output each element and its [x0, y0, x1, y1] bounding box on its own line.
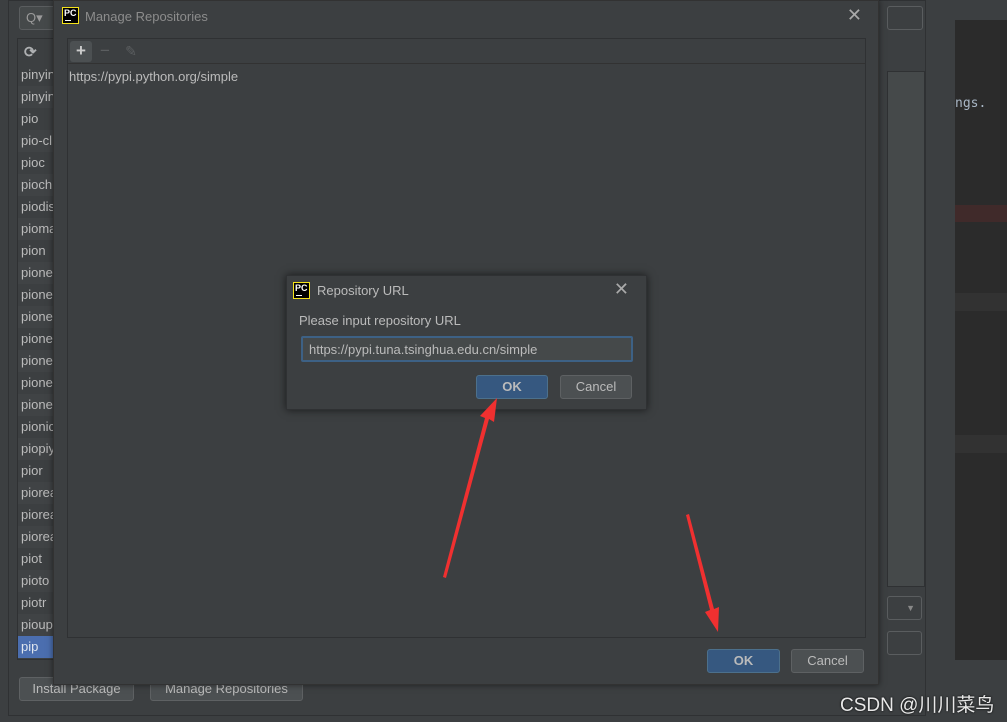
package-item[interactable]: pinyin [18, 86, 56, 108]
package-item[interactable]: pionic [18, 416, 56, 438]
package-item[interactable]: pion [18, 240, 56, 262]
package-item[interactable]: pione [18, 350, 56, 372]
package-item[interactable]: pione [18, 284, 56, 306]
refresh-icon[interactable]: ⟳ [24, 43, 37, 61]
package-item[interactable]: piorea [18, 482, 56, 504]
dialog-title: Repository URL [317, 283, 409, 298]
edit-icon[interactable]: ✎ [120, 41, 142, 62]
package-item[interactable]: pioma [18, 218, 56, 240]
package-item[interactable]: pioc [18, 152, 56, 174]
search-icon: Q▾ [26, 10, 43, 25]
package-item[interactable]: pioup [18, 614, 56, 636]
cancel-button[interactable]: Cancel [791, 649, 864, 673]
cancel-button[interactable]: Cancel [560, 375, 632, 399]
editor-line [955, 435, 1007, 453]
description-panel [887, 71, 925, 587]
package-item[interactable]: pione [18, 306, 56, 328]
package-item[interactable]: pip [18, 636, 56, 658]
prompt-label: Please input repository URL [299, 313, 461, 328]
package-item[interactable]: pione [18, 394, 56, 416]
right-field[interactable] [887, 6, 923, 30]
error-highlight-line [955, 205, 1007, 222]
repository-toolbar: + − ✎ [68, 39, 865, 64]
repository-url-dialog: PC Repository URL ✕ Please input reposit… [286, 275, 647, 410]
options-field[interactable] [887, 631, 922, 655]
watermark: CSDN @川川菜鸟 [840, 695, 995, 716]
package-item[interactable]: piorea [18, 504, 56, 526]
dialog-title: Manage Repositories [85, 9, 208, 24]
package-item[interactable]: pinyin [18, 64, 56, 86]
editor-text: ngs. [955, 96, 987, 111]
pycharm-logo: PC [293, 282, 310, 299]
close-icon[interactable]: ✕ [614, 279, 629, 300]
package-item[interactable]: piopiy [18, 438, 56, 460]
package-item[interactable]: piorea [18, 526, 56, 548]
close-icon[interactable]: ✕ [847, 5, 862, 26]
ok-button[interactable]: OK [707, 649, 780, 673]
package-item[interactable]: pioto [18, 570, 56, 592]
package-item[interactable]: pione [18, 328, 56, 350]
package-item[interactable]: pior [18, 460, 56, 482]
package-item[interactable]: piot [18, 548, 56, 570]
repository-url-input[interactable] [301, 336, 633, 362]
package-item[interactable]: piochr [18, 174, 56, 196]
version-combo[interactable]: ▼ [887, 596, 922, 620]
package-item[interactable]: pione [18, 262, 56, 284]
package-item[interactable]: pio [18, 108, 56, 130]
code-editor [955, 20, 1007, 660]
remove-icon[interactable]: − [94, 41, 116, 62]
editor-line [955, 293, 1007, 311]
package-item[interactable]: piotr [18, 592, 56, 614]
add-icon[interactable]: + [70, 41, 92, 62]
package-item[interactable]: pio-cl [18, 130, 56, 152]
package-item[interactable]: piodis [18, 196, 56, 218]
repository-item[interactable]: https://pypi.python.org/simple [69, 69, 238, 84]
pycharm-logo: PC [62, 7, 79, 24]
ok-button[interactable]: OK [476, 375, 548, 399]
package-item[interactable]: pione [18, 372, 56, 394]
package-list[interactable]: ⟳ pinyin pinyin pio pio-cl pioc piochr piodis p… [17, 38, 57, 660]
